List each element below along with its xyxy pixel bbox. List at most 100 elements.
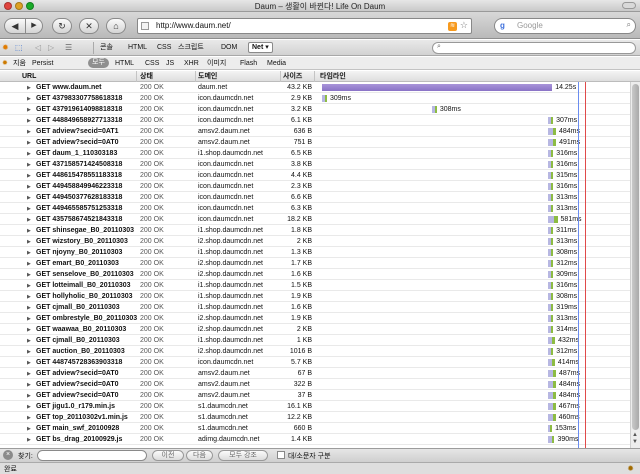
persist-button[interactable]: Persist — [32, 59, 53, 68]
search-icon[interactable]: ⌕ — [627, 20, 631, 30]
timeline-bar[interactable] — [548, 326, 554, 333]
request-row[interactable]: ▶ GET lotteimall_B0_20110303 200 OK i1.shop… — [0, 280, 630, 291]
filter-media[interactable]: Media — [267, 59, 286, 68]
timeline-bar[interactable] — [548, 282, 554, 289]
address-bar[interactable]: http://www.daum.net/ ≋ ☆ — [137, 18, 472, 34]
timeline-bar[interactable] — [548, 183, 554, 190]
filter-all[interactable]: 모두 — [88, 58, 109, 68]
expand-triangle-icon[interactable]: ▶ — [27, 128, 32, 137]
request-row[interactable]: ▶ GET 449465585751253318 200 OK icon.daumcd… — [0, 203, 630, 214]
request-row[interactable]: ▶ GET main_swf_20100928 200 OK s1.daumcdn.n… — [0, 423, 630, 434]
close-find-icon[interactable]: × — [3, 450, 13, 460]
request-row[interactable]: ▶ GET bs_drag_20100929.js 200 OK adimg.daum… — [0, 434, 630, 445]
timeline-bar[interactable] — [548, 227, 554, 234]
scrollbar-thumb[interactable] — [632, 84, 639, 430]
timeline-bar[interactable] — [548, 249, 554, 256]
timeline-bar[interactable] — [548, 293, 554, 300]
timeline-bar[interactable] — [548, 414, 556, 421]
expand-triangle-icon[interactable]: ▶ — [27, 249, 32, 258]
expand-triangle-icon[interactable]: ▶ — [27, 271, 32, 280]
filter-flash[interactable]: Flash — [240, 59, 257, 68]
timeline-bar[interactable] — [548, 128, 556, 135]
expand-triangle-icon[interactable]: ▶ — [27, 304, 32, 313]
timeline-bar[interactable] — [548, 238, 554, 245]
timeline-bar[interactable] — [548, 403, 556, 410]
expand-triangle-icon[interactable]: ▶ — [27, 436, 32, 445]
expand-triangle-icon[interactable]: ▶ — [27, 370, 32, 379]
filter-xhr[interactable]: XHR — [184, 59, 199, 68]
request-row[interactable]: ▶ GET adview?secid=0AT0 200 OK amsv2.daum.n… — [0, 368, 630, 379]
firebug-icon[interactable]: ✹ — [2, 43, 9, 53]
expand-triangle-icon[interactable]: ▶ — [27, 205, 32, 214]
expand-triangle-icon[interactable]: ▶ — [27, 95, 32, 104]
expand-triangle-icon[interactable]: ▶ — [27, 194, 32, 203]
column-divider[interactable] — [314, 71, 315, 82]
find-previous-button[interactable]: 이전 — [152, 450, 184, 461]
timeline-bar[interactable] — [548, 216, 558, 223]
request-row[interactable]: ▶ GET cjmall_B0_20110303 200 OK i1.shop.dau… — [0, 335, 630, 346]
column-divider[interactable] — [195, 71, 196, 82]
scroll-up-icon[interactable]: ▲ — [632, 432, 638, 438]
highlight-all-button[interactable]: 모두 강조 — [218, 450, 268, 461]
request-row[interactable]: ▶ GET 449450377628183318 200 OK icon.daumcd… — [0, 192, 630, 203]
expand-triangle-icon[interactable]: ▶ — [27, 227, 32, 236]
request-row[interactable]: ▶ GET 437919614098818318 200 OK icon.daumcd… — [0, 104, 630, 115]
expand-triangle-icon[interactable]: ▶ — [27, 282, 32, 291]
firebug-forward-icon[interactable]: ▷ — [48, 43, 54, 53]
timeline-bar[interactable] — [548, 370, 556, 377]
request-row[interactable]: ▶ GET waawaa_B0_20110303 200 OK i2.shop.dau… — [0, 324, 630, 335]
scroll-down-icon[interactable]: ▼ — [632, 439, 638, 445]
expand-triangle-icon[interactable]: ▶ — [27, 392, 32, 401]
url-text[interactable]: http://www.daum.net/ — [156, 21, 231, 30]
timeline-bar[interactable] — [548, 271, 554, 278]
filter-css[interactable]: CSS — [145, 59, 159, 68]
expand-triangle-icon[interactable]: ▶ — [27, 414, 32, 423]
timeline-bar[interactable] — [548, 139, 557, 146]
request-row[interactable]: ▶ GET adview?secid=0AT0 200 OK amsv2.daum.n… — [0, 390, 630, 401]
web-search-input[interactable]: g Google ⌕ — [494, 18, 636, 34]
expand-triangle-icon[interactable]: ▶ — [27, 359, 32, 368]
expand-triangle-icon[interactable]: ▶ — [27, 337, 32, 346]
column-timeline[interactable]: 타임라인 — [320, 72, 346, 81]
timeline-bar[interactable] — [548, 337, 556, 344]
timeline-bar[interactable] — [548, 304, 554, 311]
request-row[interactable]: ▶ GET hollyholic_B0_20110303 200 OK i1.shop… — [0, 291, 630, 302]
request-row[interactable]: ▶ GET cjmall_B0_20110303 200 OK i1.shop.dau… — [0, 302, 630, 313]
request-row[interactable]: ▶ GET 437983307758618318 200 OK icon.daumcd… — [0, 93, 630, 104]
request-row[interactable]: ▶ GET 449458849946223318 200 OK icon.daumcd… — [0, 181, 630, 192]
request-row[interactable]: ▶ GET shinsegae_B0_20110303 200 OK i1.shop.… — [0, 225, 630, 236]
expand-triangle-icon[interactable]: ▶ — [27, 84, 32, 93]
timeline-bar[interactable] — [548, 315, 554, 322]
timeline-bar[interactable] — [548, 260, 554, 267]
clear-button[interactable]: 지움 — [13, 59, 26, 68]
timeline-bar[interactable] — [548, 117, 554, 124]
back-button[interactable]: ◀ — [4, 18, 26, 34]
timeline-bar[interactable] — [548, 348, 554, 355]
expand-triangle-icon[interactable]: ▶ — [27, 381, 32, 390]
expand-triangle-icon[interactable]: ▶ — [27, 326, 32, 335]
request-row[interactable]: ▶ GET daum_1_110303183 200 OK i1.shop.daumc… — [0, 148, 630, 159]
request-row[interactable]: ▶ GET top_20110302v1.min.js 200 OK s1.daumc… — [0, 412, 630, 423]
column-divider[interactable] — [136, 71, 137, 82]
request-row[interactable]: ▶ GET njoyny_B0_20110303 200 OK i1.shop.dau… — [0, 247, 630, 258]
reload-button[interactable]: ↻ — [52, 18, 72, 34]
column-status[interactable]: 상태 — [140, 72, 153, 81]
timeline-bar[interactable] — [548, 425, 553, 432]
expand-triangle-icon[interactable]: ▶ — [27, 293, 32, 302]
request-row[interactable]: ▶ GET ombrestyle_B0_20110303 200 OK i2.shop… — [0, 313, 630, 324]
rss-icon[interactable]: ≋ — [448, 22, 457, 31]
column-url[interactable]: URL — [22, 72, 36, 81]
expand-triangle-icon[interactable]: ▶ — [27, 161, 32, 170]
filter-js[interactable]: JS — [166, 59, 174, 68]
timeline-bar[interactable] — [548, 392, 556, 399]
request-row[interactable]: ▶ GET adview?secid=0AT1 200 OK amsv2.daum.n… — [0, 126, 630, 137]
timeline-bar[interactable] — [322, 95, 327, 102]
tab-html[interactable]: HTML — [128, 43, 147, 53]
request-row[interactable]: ▶ GET auction_B0_20110303 200 OK i2.shop.da… — [0, 346, 630, 357]
expand-triangle-icon[interactable]: ▶ — [27, 425, 32, 434]
request-row[interactable]: ▶ GET 437158571424508318 200 OK icon.daumcd… — [0, 159, 630, 170]
request-row[interactable]: ▶ GET 448745728363903318 200 OK icon.daumcd… — [0, 357, 630, 368]
expand-triangle-icon[interactable]: ▶ — [27, 106, 32, 115]
stop-button[interactable]: ✕ — [79, 18, 99, 34]
expand-triangle-icon[interactable]: ▶ — [27, 172, 32, 181]
